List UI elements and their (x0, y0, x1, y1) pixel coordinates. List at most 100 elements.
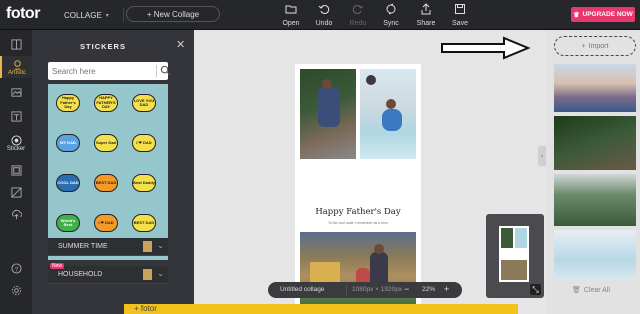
category-summer-time[interactable]: SUMMER TIME ⌄ (48, 238, 168, 256)
category-label: HOUSEHOLD (58, 271, 103, 278)
collage-photo-2[interactable] (360, 69, 416, 159)
clear-all-button[interactable]: 🗑 Clear All (572, 286, 610, 295)
artistic-icon (13, 59, 21, 70)
rail-item-sticker[interactable]: Sticker (0, 130, 32, 156)
zoom-level: 22% (422, 286, 436, 293)
redo-button[interactable]: Redo (340, 3, 376, 27)
arrow-annotation-icon (441, 36, 531, 60)
chevron-down-icon: ▾ (105, 12, 109, 19)
search-input[interactable] (52, 65, 142, 77)
stickers-panel: STICKERS ✕ Happy Father's Day HAPPY FATHE… (32, 30, 194, 314)
chevron-down-icon: ⌄ (157, 269, 164, 278)
clear-all-label: Clear All (583, 286, 610, 294)
sync-button[interactable]: Sync (373, 3, 409, 27)
sticker-grid: Happy Father's Day HAPPY FATHER'S DAY LOVE… (48, 84, 168, 260)
open-icon (285, 5, 297, 14)
mode-selector[interactable]: COLLAGE ▾ (64, 8, 124, 22)
close-icon[interactable]: ✕ (176, 38, 185, 51)
sticker-item[interactable]: I ❤ DAD (132, 134, 156, 152)
share-icon (421, 3, 431, 15)
collage-canvas[interactable]: Happy Father's Day To the cool dude I re… (295, 64, 421, 314)
zoom-in-button[interactable]: + (444, 284, 449, 294)
rail-item-background[interactable] (0, 180, 32, 204)
share-button[interactable]: Share (408, 3, 444, 27)
settings-icon (11, 285, 21, 295)
import-button[interactable]: + Import (554, 36, 636, 56)
rail-item-label: Artistic (8, 69, 26, 76)
collage-photo-1[interactable] (300, 69, 356, 159)
navigator-thumbnail (499, 226, 529, 282)
redo-label: Redo (349, 20, 367, 27)
rail-item-photo[interactable] (0, 80, 32, 104)
import-label: Import (588, 42, 609, 50)
search-icon[interactable] (160, 65, 171, 76)
redo-icon (352, 5, 364, 14)
sticker-item[interactable]: I ❤ DAD (94, 214, 118, 232)
sticker-item[interactable]: World's Best (56, 214, 80, 232)
help-icon: ? (10, 262, 22, 274)
upload-icon (11, 209, 22, 219)
rail-item-text[interactable] (0, 104, 32, 128)
collage-title[interactable]: Happy Father's Day (295, 207, 421, 217)
top-bar: fotor COLLAGE ▾ + New Collage Open Undo … (0, 0, 640, 30)
frame-icon (10, 164, 22, 176)
fotor-logo[interactable]: fotor (6, 5, 40, 23)
photo-thumbnail[interactable] (554, 64, 636, 112)
expand-icon[interactable]: ⤡ (530, 284, 541, 295)
collapse-panel-handle[interactable]: › (538, 146, 546, 166)
sticker-item[interactable]: Super Dad (94, 134, 118, 152)
save-button[interactable]: Save (442, 3, 478, 27)
upgrade-label: UPGRADE NOW (582, 11, 633, 18)
save-label: Save (452, 20, 468, 27)
canvas-status-bar: Untitled collage 1080px × 1920px − 22% + (268, 282, 462, 298)
panel-title: STICKERS (80, 42, 126, 51)
chevron-down-icon: ⌄ (157, 241, 164, 250)
plus-icon: + (581, 42, 586, 50)
zoom-out-button[interactable]: − (404, 284, 409, 294)
premium-badge-icon (143, 241, 152, 252)
collage-photo-3[interactable] (300, 232, 416, 314)
trash-icon: 🗑 (572, 287, 581, 294)
sticker-item[interactable]: BEST DAD (94, 174, 118, 192)
photo-thumbnail[interactable] (554, 230, 636, 280)
sticker-item[interactable]: Best Daddy (132, 174, 156, 192)
project-name[interactable]: Untitled collage (280, 286, 324, 293)
rail-item-artistic[interactable]: Artistic (0, 56, 32, 78)
undo-label: Undo (315, 20, 333, 27)
sticker-item[interactable]: MY DAD (56, 134, 80, 152)
sticker-item[interactable]: Happy Father's Day (56, 94, 80, 112)
undo-icon (318, 5, 330, 14)
text-icon (10, 110, 22, 122)
photo-thumbnail[interactable] (554, 116, 636, 170)
sync-label: Sync (383, 20, 399, 27)
navigator-preview[interactable]: ⤡ (486, 214, 544, 298)
svg-text:?: ? (14, 266, 18, 273)
sync-icon (386, 3, 396, 15)
upgrade-now-button[interactable]: ♛ UPGRADE NOW (571, 7, 635, 22)
sticker-item[interactable]: HAPPY FATHER'S DAY (94, 94, 118, 112)
background-icon (10, 186, 22, 198)
share-label: Share (416, 20, 436, 27)
sticker-item[interactable]: LOVE YOU DAD (132, 94, 156, 112)
premium-badge-icon (143, 269, 152, 280)
rail-item-upload[interactable] (0, 202, 32, 226)
rail-item-layout[interactable] (0, 32, 32, 56)
sticker-item[interactable]: BEST DAD (132, 214, 156, 232)
layout-icon (10, 38, 22, 50)
ad-banner[interactable]: + fotor (124, 304, 518, 314)
open-button[interactable]: Open (273, 3, 309, 27)
rail-item-help[interactable]: ? (0, 256, 32, 280)
photo-thumbnail[interactable] (554, 174, 636, 226)
collage-subtitle[interactable]: To the cool dude I remember as a hero (295, 221, 421, 225)
rail-item-frame[interactable] (0, 158, 32, 182)
photo-icon (10, 87, 22, 97)
rail-item-settings[interactable] (0, 278, 32, 302)
divider (346, 285, 347, 295)
search-box (48, 62, 171, 80)
canvas-stage: Happy Father's Day To the cool dude I re… (194, 30, 546, 314)
sticker-item[interactable]: COOL DAD (56, 174, 80, 192)
new-collage-button[interactable]: + New Collage (126, 6, 220, 22)
undo-button[interactable]: Undo (306, 3, 342, 27)
category-household[interactable]: New HOUSEHOLD ⌄ (48, 263, 168, 284)
category-label: SUMMER TIME (58, 243, 108, 250)
